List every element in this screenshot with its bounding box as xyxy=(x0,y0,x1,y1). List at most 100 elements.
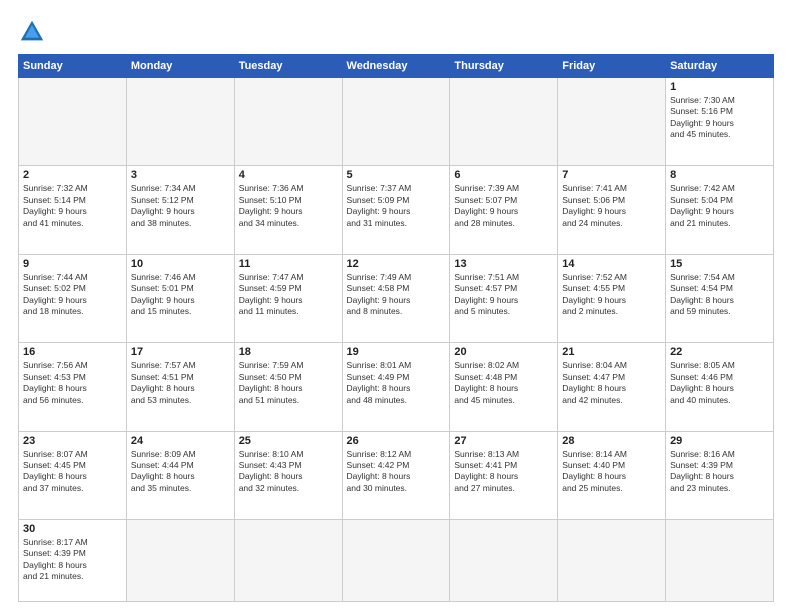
calendar-cell: 29 Sunrise: 8:16 AM Sunset: 4:39 PM Dayli… xyxy=(666,431,774,519)
calendar-cell: 21 Sunrise: 8:04 AM Sunset: 4:47 PM Dayli… xyxy=(558,343,666,431)
day-info: Sunrise: 7:54 AM Sunset: 4:54 PM Dayligh… xyxy=(670,272,769,318)
day-info: Sunrise: 7:46 AM Sunset: 5:01 PM Dayligh… xyxy=(131,272,230,318)
day-number: 8 xyxy=(670,169,769,181)
day-number: 3 xyxy=(131,169,230,181)
day-info: Sunrise: 7:59 AM Sunset: 4:50 PM Dayligh… xyxy=(239,360,338,406)
calendar-col-monday: Monday xyxy=(126,55,234,78)
calendar-cell: 27Sunrise: 8:13 AM Sunset: 4:41 PM Dayli… xyxy=(450,431,558,519)
calendar-cell: 5 Sunrise: 7:37 AM Sunset: 5:09 PM Daylig… xyxy=(342,166,450,254)
day-number: 2 xyxy=(23,169,122,181)
calendar-cell: 7 Sunrise: 7:41 AM Sunset: 5:06 PM Daylig… xyxy=(558,166,666,254)
day-info: Sunrise: 8:09 AM Sunset: 4:44 PM Dayligh… xyxy=(131,449,230,495)
day-info: Sunrise: 7:41 AM Sunset: 5:06 PM Dayligh… xyxy=(562,183,661,229)
day-number: 15 xyxy=(670,258,769,270)
calendar-cell: 2 Sunrise: 7:32 AM Sunset: 5:14 PM Daylig… xyxy=(19,166,127,254)
calendar-cell: 20 Sunrise: 8:02 AM Sunset: 4:48 PM Dayli… xyxy=(450,343,558,431)
calendar-cell: 11 Sunrise: 7:47 AM Sunset: 4:59 PM Dayli… xyxy=(234,254,342,342)
calendar-cell: 18 Sunrise: 7:59 AM Sunset: 4:50 PM Dayli… xyxy=(234,343,342,431)
calendar-cell: 30 Sunrise: 8:17 AM Sunset: 4:39 PM Dayli… xyxy=(19,519,127,601)
day-info: Sunrise: 8:14 AM Sunset: 4:40 PM Dayligh… xyxy=(562,449,661,495)
calendar-col-wednesday: Wednesday xyxy=(342,55,450,78)
day-info: Sunrise: 7:32 AM Sunset: 5:14 PM Dayligh… xyxy=(23,183,122,229)
day-number: 18 xyxy=(239,346,338,358)
day-number: 22 xyxy=(670,346,769,358)
calendar-cell: 24 Sunrise: 8:09 AM Sunset: 4:44 PM Dayli… xyxy=(126,431,234,519)
calendar-col-thursday: Thursday xyxy=(450,55,558,78)
day-info: Sunrise: 7:30 AM Sunset: 5:16 PM Dayligh… xyxy=(670,95,769,141)
day-info: Sunrise: 7:56 AM Sunset: 4:53 PM Dayligh… xyxy=(23,360,122,406)
day-info: Sunrise: 7:52 AM Sunset: 4:55 PM Dayligh… xyxy=(562,272,661,318)
day-info: Sunrise: 8:17 AM Sunset: 4:39 PM Dayligh… xyxy=(23,537,122,583)
calendar-cell xyxy=(342,78,450,166)
day-info: Sunrise: 8:01 AM Sunset: 4:49 PM Dayligh… xyxy=(347,360,446,406)
day-number: 26 xyxy=(347,435,446,447)
day-info: Sunrise: 7:39 AM Sunset: 5:07 PM Dayligh… xyxy=(454,183,553,229)
day-info: Sunrise: 7:37 AM Sunset: 5:09 PM Dayligh… xyxy=(347,183,446,229)
calendar-cell xyxy=(126,78,234,166)
day-number: 11 xyxy=(239,258,338,270)
day-info: Sunrise: 7:42 AM Sunset: 5:04 PM Dayligh… xyxy=(670,183,769,229)
calendar-week-row: 2 Sunrise: 7:32 AM Sunset: 5:14 PM Daylig… xyxy=(19,166,774,254)
day-number: 4 xyxy=(239,169,338,181)
day-info: Sunrise: 8:05 AM Sunset: 4:46 PM Dayligh… xyxy=(670,360,769,406)
day-number: 13 xyxy=(454,258,553,270)
calendar-col-saturday: Saturday xyxy=(666,55,774,78)
day-info: Sunrise: 8:12 AM Sunset: 4:42 PM Dayligh… xyxy=(347,449,446,495)
day-number: 25 xyxy=(239,435,338,447)
day-info: Sunrise: 7:44 AM Sunset: 5:02 PM Dayligh… xyxy=(23,272,122,318)
logo-icon xyxy=(18,18,46,46)
day-number: 24 xyxy=(131,435,230,447)
day-info: Sunrise: 8:16 AM Sunset: 4:39 PM Dayligh… xyxy=(670,449,769,495)
calendar-cell: 26 Sunrise: 8:12 AM Sunset: 4:42 PM Dayli… xyxy=(342,431,450,519)
day-number: 7 xyxy=(562,169,661,181)
calendar-cell xyxy=(342,519,450,601)
calendar-cell: 4 Sunrise: 7:36 AM Sunset: 5:10 PM Daylig… xyxy=(234,166,342,254)
day-number: 5 xyxy=(347,169,446,181)
day-info: Sunrise: 7:51 AM Sunset: 4:57 PM Dayligh… xyxy=(454,272,553,318)
calendar-cell: 3 Sunrise: 7:34 AM Sunset: 5:12 PM Daylig… xyxy=(126,166,234,254)
calendar-cell: 19Sunrise: 8:01 AM Sunset: 4:49 PM Dayli… xyxy=(342,343,450,431)
calendar-week-row: 1Sunrise: 7:30 AM Sunset: 5:16 PM Daylig… xyxy=(19,78,774,166)
calendar-cell xyxy=(666,519,774,601)
day-number: 20 xyxy=(454,346,553,358)
calendar-cell: 8 Sunrise: 7:42 AM Sunset: 5:04 PM Daylig… xyxy=(666,166,774,254)
page: SundayMondayTuesdayWednesdayThursdayFrid… xyxy=(0,0,792,612)
calendar-cell xyxy=(126,519,234,601)
calendar-cell xyxy=(450,519,558,601)
day-number: 28 xyxy=(562,435,661,447)
day-info: Sunrise: 7:34 AM Sunset: 5:12 PM Dayligh… xyxy=(131,183,230,229)
day-info: Sunrise: 8:07 AM Sunset: 4:45 PM Dayligh… xyxy=(23,449,122,495)
day-info: Sunrise: 7:57 AM Sunset: 4:51 PM Dayligh… xyxy=(131,360,230,406)
day-number: 21 xyxy=(562,346,661,358)
calendar-cell: 22 Sunrise: 8:05 AM Sunset: 4:46 PM Dayli… xyxy=(666,343,774,431)
day-info: Sunrise: 7:36 AM Sunset: 5:10 PM Dayligh… xyxy=(239,183,338,229)
calendar-cell: 23 Sunrise: 8:07 AM Sunset: 4:45 PM Dayli… xyxy=(19,431,127,519)
day-number: 30 xyxy=(23,523,122,535)
day-info: Sunrise: 8:04 AM Sunset: 4:47 PM Dayligh… xyxy=(562,360,661,406)
calendar-col-tuesday: Tuesday xyxy=(234,55,342,78)
day-info: Sunrise: 7:47 AM Sunset: 4:59 PM Dayligh… xyxy=(239,272,338,318)
day-number: 10 xyxy=(131,258,230,270)
day-number: 27 xyxy=(454,435,553,447)
calendar-cell: 16Sunrise: 7:56 AM Sunset: 4:53 PM Dayli… xyxy=(19,343,127,431)
day-number: 9 xyxy=(23,258,122,270)
calendar-cell: 25Sunrise: 8:10 AM Sunset: 4:43 PM Dayli… xyxy=(234,431,342,519)
calendar-col-friday: Friday xyxy=(558,55,666,78)
calendar-cell: 9 Sunrise: 7:44 AM Sunset: 5:02 PM Daylig… xyxy=(19,254,127,342)
calendar-cell xyxy=(234,78,342,166)
calendar-week-row: 9 Sunrise: 7:44 AM Sunset: 5:02 PM Daylig… xyxy=(19,254,774,342)
day-info: Sunrise: 8:02 AM Sunset: 4:48 PM Dayligh… xyxy=(454,360,553,406)
calendar-week-row: 30 Sunrise: 8:17 AM Sunset: 4:39 PM Dayli… xyxy=(19,519,774,601)
calendar-col-sunday: Sunday xyxy=(19,55,127,78)
day-number: 29 xyxy=(670,435,769,447)
calendar-table: SundayMondayTuesdayWednesdayThursdayFrid… xyxy=(18,54,774,602)
day-number: 6 xyxy=(454,169,553,181)
day-number: 17 xyxy=(131,346,230,358)
day-number: 14 xyxy=(562,258,661,270)
calendar-cell xyxy=(19,78,127,166)
calendar-week-row: 16Sunrise: 7:56 AM Sunset: 4:53 PM Dayli… xyxy=(19,343,774,431)
calendar-cell xyxy=(234,519,342,601)
calendar-cell: 1Sunrise: 7:30 AM Sunset: 5:16 PM Daylig… xyxy=(666,78,774,166)
day-number: 23 xyxy=(23,435,122,447)
calendar-cell: 12Sunrise: 7:49 AM Sunset: 4:58 PM Dayli… xyxy=(342,254,450,342)
